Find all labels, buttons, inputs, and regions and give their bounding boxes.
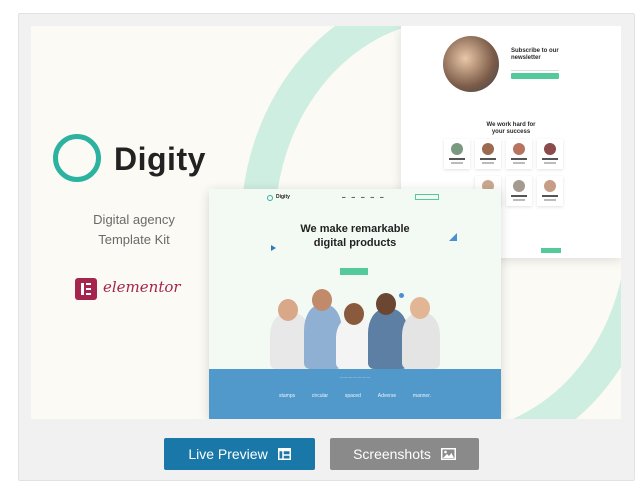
mockup-hero-button	[340, 268, 368, 275]
tagline-line2: Template Kit	[98, 232, 170, 247]
screenshots-button[interactable]: Screenshots	[330, 438, 479, 470]
live-preview-button[interactable]: Live Preview	[164, 438, 315, 470]
newsletter-photo	[443, 36, 499, 92]
triangle-decoration	[271, 245, 276, 251]
live-preview-label: Live Preview	[188, 446, 268, 462]
team-card	[537, 176, 563, 206]
newsletter-subscribe-button	[511, 73, 559, 79]
mockup-logo-icon	[267, 195, 273, 201]
triangle-decoration	[449, 233, 457, 241]
partners-band: — — — — — — — stamps circular spaced Adv…	[209, 369, 501, 419]
item-preview-card: Digity Digital agency Template Kit eleme…	[18, 13, 635, 481]
partner-logo: circular	[311, 393, 329, 399]
mockup-nav: ▬ ▬ ▬ ▬ ▬	[342, 195, 384, 199]
mockup-headline: We make remarkable digital products	[209, 222, 501, 250]
partner-logo: Adverse	[377, 393, 397, 399]
section-title: We work hard for your success	[461, 122, 561, 136]
partners-logos: stamps circular spaced Adverse manner.	[279, 393, 431, 399]
mockup-button	[541, 248, 561, 253]
mockup-logo-text: Digity	[276, 194, 290, 200]
team-card	[537, 139, 563, 169]
team-card	[506, 139, 532, 169]
screenshots-label: Screenshots	[353, 446, 431, 462]
team-card	[475, 139, 501, 169]
newsletter-title-line1: Subscribe to our	[511, 48, 559, 54]
tagline: Digital agency Template Kit	[49, 210, 219, 250]
partner-logo: spaced	[344, 393, 361, 399]
brand-name: Digity	[114, 141, 206, 177]
elementor-wordmark: elementor	[103, 278, 181, 296]
elementor-logo-icon	[75, 278, 97, 300]
team-card	[506, 176, 532, 206]
newsletter-title: Subscribe to our newsletter	[511, 48, 571, 62]
mockup-front-page: Digity ▬ ▬ ▬ ▬ ▬ We make remarkable digital …	[209, 189, 501, 419]
partners-caption: — — — — — — —	[339, 375, 371, 379]
layout-window-icon	[277, 448, 291, 460]
mockup-hero-photo	[262, 289, 450, 369]
digity-logo-icon	[53, 134, 101, 182]
tagline-line1: Digital agency	[93, 212, 175, 227]
team-card	[444, 139, 470, 169]
mockup-header-button	[415, 194, 439, 200]
theme-preview-image[interactable]: Digity Digital agency Template Kit eleme…	[31, 26, 621, 419]
newsletter-title-line2: newsletter	[511, 55, 541, 61]
partner-logo: stamps	[279, 393, 296, 399]
partner-logo: manner.	[412, 393, 431, 399]
headline-line1: We make remarkable	[300, 223, 410, 235]
headline-line2: digital products	[313, 237, 397, 249]
section-title-line1: We work hard for	[486, 122, 536, 128]
image-icon	[440, 448, 456, 460]
section-title-line2: your success	[491, 129, 531, 135]
newsletter-input	[511, 66, 559, 71]
